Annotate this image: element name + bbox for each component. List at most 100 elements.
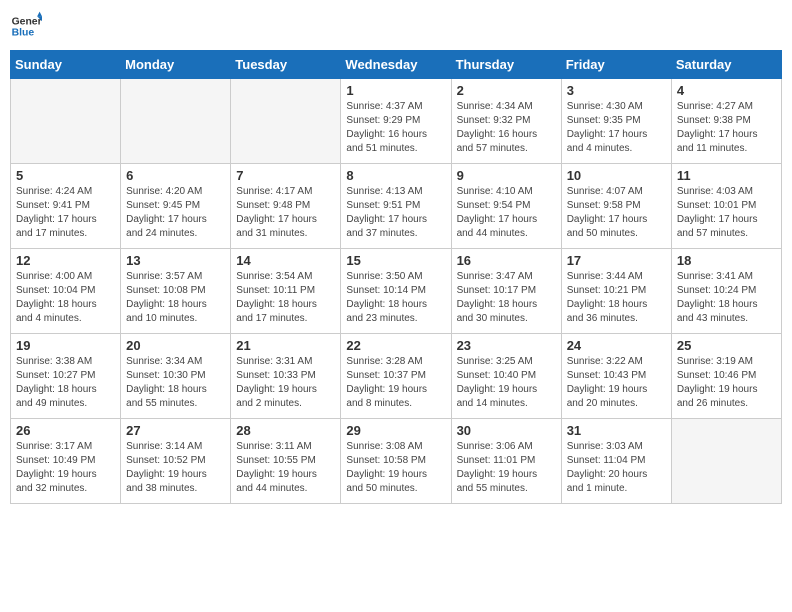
header-day-saturday: Saturday [671, 51, 781, 79]
day-info: Sunrise: 4:27 AM Sunset: 9:38 PM Dayligh… [677, 100, 776, 156]
day-info: Sunrise: 3:50 AM Sunset: 10:14 PM Daylig… [346, 270, 445, 326]
day-info: Sunrise: 3:11 AM Sunset: 10:55 PM Daylig… [236, 440, 335, 496]
calendar-cell: 13 Sunrise: 3:57 AM Sunset: 10:08 PM Dayl… [121, 249, 231, 334]
calendar-cell: 7Sunrise: 4:17 AM Sunset: 9:48 PM Daylig… [231, 164, 341, 249]
calendar-cell [231, 79, 341, 164]
day-info: Sunrise: 4:20 AM Sunset: 9:45 PM Dayligh… [126, 185, 225, 241]
header-row: SundayMondayTuesdayWednesdayThursdayFrid… [11, 51, 782, 79]
day-number: 18 [677, 253, 776, 268]
calendar-cell: 15 Sunrise: 3:50 AM Sunset: 10:14 PM Dayl… [341, 249, 451, 334]
day-number: 23 [457, 338, 556, 353]
day-info: Sunrise: 4:13 AM Sunset: 9:51 PM Dayligh… [346, 185, 445, 241]
calendar-cell: 22 Sunrise: 3:28 AM Sunset: 10:37 PM Dayl… [341, 334, 451, 419]
calendar-cell: 27 Sunrise: 3:14 AM Sunset: 10:52 PM Dayl… [121, 419, 231, 504]
calendar-cell: 29 Sunrise: 3:08 AM Sunset: 10:58 PM Dayl… [341, 419, 451, 504]
day-number: 31 [567, 423, 666, 438]
day-info: Sunrise: 3:54 AM Sunset: 10:11 PM Daylig… [236, 270, 335, 326]
calendar-cell: 31Sunrise: 3:03 AM Sunset: 11:04 PM Dayl… [561, 419, 671, 504]
calendar-cell: 16Sunrise: 3:47 AM Sunset: 10:17 PM Dayl… [451, 249, 561, 334]
calendar-cell: 12 Sunrise: 4:00 AM Sunset: 10:04 PM Dayl… [11, 249, 121, 334]
calendar-cell: 8 Sunrise: 4:13 AM Sunset: 9:51 PM Daylig… [341, 164, 451, 249]
svg-text:Blue: Blue [12, 28, 35, 39]
day-number: 15 [346, 253, 445, 268]
day-number: 29 [346, 423, 445, 438]
day-number: 3 [567, 83, 666, 98]
day-info: Sunrise: 3:08 AM Sunset: 10:58 PM Daylig… [346, 440, 445, 496]
calendar-cell: 3 Sunrise: 4:30 AM Sunset: 9:35 PM Daylig… [561, 79, 671, 164]
calendar-cell: 24Sunrise: 3:22 AM Sunset: 10:43 PM Dayl… [561, 334, 671, 419]
day-info: Sunrise: 3:17 AM Sunset: 10:49 PM Daylig… [16, 440, 115, 496]
day-number: 14 [236, 253, 335, 268]
calendar-cell [11, 79, 121, 164]
calendar-cell: 11 Sunrise: 4:03 AM Sunset: 10:01 PM Dayl… [671, 164, 781, 249]
calendar-cell: 1 Sunrise: 4:37 AM Sunset: 9:29 PM Daylig… [341, 79, 451, 164]
day-number: 26 [16, 423, 115, 438]
calendar-cell: 26 Sunrise: 3:17 AM Sunset: 10:49 PM Dayl… [11, 419, 121, 504]
day-info: Sunrise: 4:07 AM Sunset: 9:58 PM Dayligh… [567, 185, 666, 241]
calendar-cell: 9Sunrise: 4:10 AM Sunset: 9:54 PM Daylig… [451, 164, 561, 249]
day-number: 5 [16, 168, 115, 183]
week-row-5: 26 Sunrise: 3:17 AM Sunset: 10:49 PM Dayl… [11, 419, 782, 504]
calendar-cell [671, 419, 781, 504]
day-info: Sunrise: 4:37 AM Sunset: 9:29 PM Dayligh… [346, 100, 445, 156]
header-day-wednesday: Wednesday [341, 51, 451, 79]
calendar-cell: 5Sunrise: 4:24 AM Sunset: 9:41 PM Daylig… [11, 164, 121, 249]
day-number: 24 [567, 338, 666, 353]
day-info: Sunrise: 3:31 AM Sunset: 10:33 PM Daylig… [236, 355, 335, 411]
day-info: Sunrise: 3:06 AM Sunset: 11:01 PM Daylig… [457, 440, 556, 496]
day-info: Sunrise: 3:41 AM Sunset: 10:24 PM Daylig… [677, 270, 776, 326]
calendar-cell: 28Sunrise: 3:11 AM Sunset: 10:55 PM Dayl… [231, 419, 341, 504]
day-info: Sunrise: 3:38 AM Sunset: 10:27 PM Daylig… [16, 355, 115, 411]
header-day-monday: Monday [121, 51, 231, 79]
day-info: Sunrise: 3:44 AM Sunset: 10:21 PM Daylig… [567, 270, 666, 326]
day-number: 16 [457, 253, 556, 268]
logo-icon: General Blue [10, 10, 42, 42]
day-number: 10 [567, 168, 666, 183]
calendar-cell: 2Sunrise: 4:34 AM Sunset: 9:32 PM Daylig… [451, 79, 561, 164]
calendar-cell: 21 Sunrise: 3:31 AM Sunset: 10:33 PM Dayl… [231, 334, 341, 419]
day-number: 12 [16, 253, 115, 268]
day-info: Sunrise: 4:03 AM Sunset: 10:01 PM Daylig… [677, 185, 776, 241]
week-row-1: 1 Sunrise: 4:37 AM Sunset: 9:29 PM Daylig… [11, 79, 782, 164]
day-info: Sunrise: 3:57 AM Sunset: 10:08 PM Daylig… [126, 270, 225, 326]
day-number: 11 [677, 168, 776, 183]
week-row-4: 19 Sunrise: 3:38 AM Sunset: 10:27 PM Dayl… [11, 334, 782, 419]
day-number: 19 [16, 338, 115, 353]
day-info: Sunrise: 3:28 AM Sunset: 10:37 PM Daylig… [346, 355, 445, 411]
header-day-thursday: Thursday [451, 51, 561, 79]
calendar-cell: 10 Sunrise: 4:07 AM Sunset: 9:58 PM Dayli… [561, 164, 671, 249]
calendar-cell [121, 79, 231, 164]
day-number: 8 [346, 168, 445, 183]
header-day-sunday: Sunday [11, 51, 121, 79]
day-number: 27 [126, 423, 225, 438]
day-number: 30 [457, 423, 556, 438]
day-info: Sunrise: 4:30 AM Sunset: 9:35 PM Dayligh… [567, 100, 666, 156]
calendar-cell: 14 Sunrise: 3:54 AM Sunset: 10:11 PM Dayl… [231, 249, 341, 334]
day-info: Sunrise: 3:25 AM Sunset: 10:40 PM Daylig… [457, 355, 556, 411]
day-info: Sunrise: 3:19 AM Sunset: 10:46 PM Daylig… [677, 355, 776, 411]
calendar-cell: 19 Sunrise: 3:38 AM Sunset: 10:27 PM Dayl… [11, 334, 121, 419]
calendar-cell: 4Sunrise: 4:27 AM Sunset: 9:38 PM Daylig… [671, 79, 781, 164]
day-info: Sunrise: 3:14 AM Sunset: 10:52 PM Daylig… [126, 440, 225, 496]
svg-text:General: General [12, 16, 42, 27]
day-info: Sunrise: 4:17 AM Sunset: 9:48 PM Dayligh… [236, 185, 335, 241]
day-number: 1 [346, 83, 445, 98]
week-row-2: 5Sunrise: 4:24 AM Sunset: 9:41 PM Daylig… [11, 164, 782, 249]
week-row-3: 12 Sunrise: 4:00 AM Sunset: 10:04 PM Dayl… [11, 249, 782, 334]
day-number: 21 [236, 338, 335, 353]
calendar-cell: 25 Sunrise: 3:19 AM Sunset: 10:46 PM Dayl… [671, 334, 781, 419]
day-info: Sunrise: 4:00 AM Sunset: 10:04 PM Daylig… [16, 270, 115, 326]
calendar-cell: 6 Sunrise: 4:20 AM Sunset: 9:45 PM Daylig… [121, 164, 231, 249]
day-number: 25 [677, 338, 776, 353]
day-number: 2 [457, 83, 556, 98]
day-info: Sunrise: 3:34 AM Sunset: 10:30 PM Daylig… [126, 355, 225, 411]
header-day-friday: Friday [561, 51, 671, 79]
day-number: 22 [346, 338, 445, 353]
header-day-tuesday: Tuesday [231, 51, 341, 79]
day-number: 6 [126, 168, 225, 183]
calendar-cell: 30 Sunrise: 3:06 AM Sunset: 11:01 PM Dayl… [451, 419, 561, 504]
day-number: 13 [126, 253, 225, 268]
calendar-cell: 17 Sunrise: 3:44 AM Sunset: 10:21 PM Dayl… [561, 249, 671, 334]
day-number: 17 [567, 253, 666, 268]
day-number: 20 [126, 338, 225, 353]
